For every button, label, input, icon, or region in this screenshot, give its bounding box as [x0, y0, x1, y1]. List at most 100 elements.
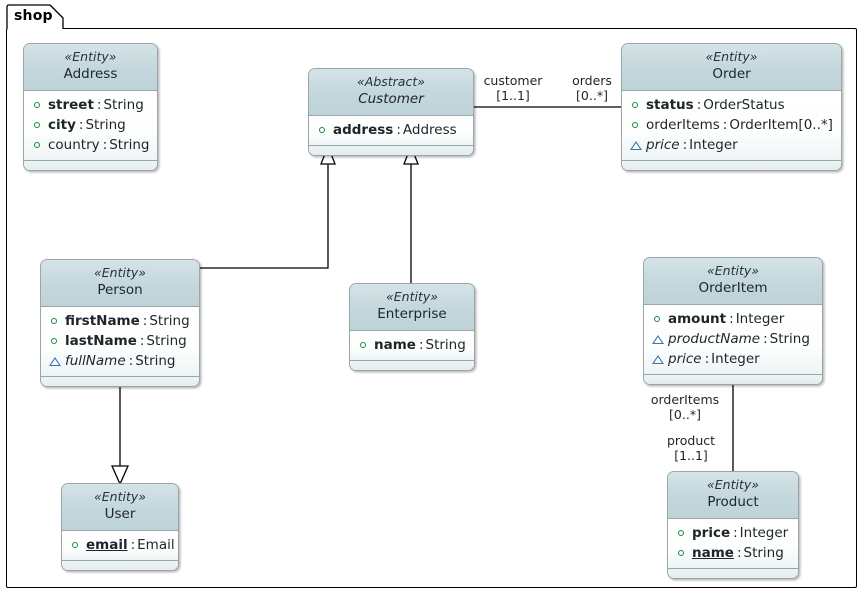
class-name-customer: Customer	[358, 91, 424, 107]
attribute-row[interactable]: name: String	[357, 335, 466, 355]
class-box-customer[interactable]: «Abstract» Customer address: Address	[308, 68, 474, 156]
attribute-separator: :	[78, 117, 84, 133]
attribute-separator: :	[418, 337, 424, 353]
attribute-name: city	[48, 117, 76, 133]
class-box-product[interactable]: «Entity» Product price: Integer name: String	[667, 471, 799, 579]
attribute-row[interactable]: price: Integer	[629, 135, 833, 155]
derived-attribute-icon	[629, 138, 643, 152]
product-mult-text: [1..1]	[674, 448, 708, 463]
uml-diagram-canvas: shop customer [1..1] orders [0..*] order…	[0, 0, 864, 598]
class-box-orderitem[interactable]: «Entity» OrderItem amount: Integer productNa…	[643, 257, 823, 385]
attribute-row[interactable]: street: String	[31, 95, 149, 115]
edge-label-orders-role: orders [0..*]	[556, 73, 628, 103]
attribute-separator: :	[736, 545, 742, 561]
attribute-row[interactable]: fullName: String	[48, 351, 191, 371]
edge-label-customer-role: customer [1..1]	[477, 73, 549, 103]
edge-label-product-role: product [1..1]	[654, 433, 728, 463]
attribute-separator: :	[128, 353, 134, 369]
class-box-person[interactable]: «Entity» Person firstName: String lastName: S…	[40, 259, 200, 387]
public-attribute-icon	[31, 98, 45, 112]
attribute-type: Address	[402, 122, 457, 138]
attribute-name: lastName	[65, 333, 137, 349]
class-header-address: «Entity» Address	[24, 44, 157, 91]
class-stereotype-product: «Entity»	[707, 477, 759, 492]
attribute-name: price	[692, 525, 731, 541]
public-attribute-icon	[31, 138, 45, 152]
attribute-row[interactable]: lastName: String	[48, 331, 191, 351]
public-attribute-icon	[48, 314, 62, 328]
class-stereotype-address: «Entity»	[64, 49, 117, 64]
class-box-address[interactable]: «Entity» Address street: String city: String c…	[23, 43, 158, 171]
class-stereotype-user: «Entity»	[94, 489, 146, 504]
class-name-user: User	[104, 506, 136, 522]
attribute-row[interactable]: productName: String	[651, 329, 814, 349]
class-stereotype-customer: «Abstract»	[357, 74, 425, 89]
class-attributes-customer: address: Address	[309, 116, 473, 146]
class-header-product: «Entity» Product	[668, 472, 798, 519]
class-attributes-order: status: OrderStatus orderItems: OrderItem[0…	[622, 91, 841, 161]
attribute-row[interactable]: firstName: String	[48, 311, 191, 331]
attribute-type: Integer	[689, 137, 738, 153]
attribute-row[interactable]: price: Integer	[675, 523, 790, 543]
attribute-separator: :	[682, 137, 688, 153]
attribute-type: Integer	[739, 525, 789, 541]
attribute-separator: :	[96, 97, 102, 113]
derived-attribute-icon	[651, 332, 665, 346]
attribute-name: firstName	[65, 313, 140, 329]
attribute-type: String	[146, 333, 187, 349]
class-attributes-product: price: Integer name: String	[668, 519, 798, 569]
attribute-name: name	[374, 337, 416, 353]
package-name-label: shop	[14, 8, 53, 24]
public-attribute-icon	[675, 526, 689, 540]
attribute-row[interactable]: city: String	[31, 115, 149, 135]
attribute-name: price	[668, 351, 702, 367]
public-attribute-icon	[675, 546, 689, 560]
attribute-name: name	[692, 545, 734, 561]
attribute-separator: :	[722, 117, 728, 133]
attribute-separator: :	[729, 311, 734, 327]
attribute-separator: :	[142, 313, 148, 329]
attribute-type: Integer	[735, 311, 785, 327]
class-name-product: Product	[707, 494, 759, 510]
product-role-text: product	[666, 433, 716, 448]
class-box-user[interactable]: «Entity» User email: Email	[61, 483, 179, 571]
attribute-name: email	[86, 537, 128, 553]
class-stereotype-order: «Entity»	[705, 49, 758, 64]
attribute-type: String	[135, 353, 176, 369]
class-attributes-address: street: String city: String country: String	[24, 91, 157, 161]
class-stereotype-person: «Entity»	[94, 265, 146, 280]
attribute-type: String	[85, 117, 126, 133]
edge-label-orderitems-role: orderItems [0..*]	[642, 392, 728, 422]
attribute-row[interactable]: orderItems: OrderItem[0..*]	[629, 115, 833, 135]
derived-attribute-icon	[651, 352, 665, 366]
attribute-row[interactable]: amount: Integer	[651, 309, 814, 329]
attribute-row[interactable]: price: Integer	[651, 349, 814, 369]
class-name-enterprise: Enterprise	[377, 306, 447, 322]
public-attribute-icon	[629, 98, 643, 112]
attribute-row[interactable]: address: Address	[316, 120, 465, 140]
attribute-name: productName	[668, 331, 761, 347]
class-name-order: Order	[712, 66, 751, 82]
class-name-orderitem: OrderItem	[698, 280, 768, 296]
class-box-order[interactable]: «Entity» Order status: OrderStatus orderItem…	[621, 43, 842, 171]
attribute-row[interactable]: name: String	[675, 543, 790, 563]
orderitems-mult-text: [0..*]	[669, 407, 701, 422]
class-stereotype-orderitem: «Entity»	[707, 263, 759, 278]
attribute-name: status	[646, 97, 694, 113]
class-box-enterprise[interactable]: «Entity» Enterprise name: String	[349, 283, 475, 371]
attribute-name: amount	[668, 311, 727, 327]
attribute-row[interactable]: country: String	[31, 135, 150, 155]
attribute-row[interactable]: status: OrderStatus	[629, 95, 833, 115]
attribute-row[interactable]: email: Email	[69, 535, 175, 555]
attribute-type: String	[425, 337, 466, 353]
class-footer-orderitem	[644, 375, 822, 384]
orderitems-role-text: orderItems	[650, 392, 720, 407]
public-attribute-icon	[629, 118, 643, 132]
class-header-customer: «Abstract» Customer	[309, 69, 473, 116]
attribute-separator: :	[139, 333, 145, 349]
class-footer-enterprise	[350, 361, 474, 370]
class-footer-order	[622, 161, 841, 170]
attribute-name: country	[48, 137, 100, 153]
orders-mult-text: [0..*]	[576, 88, 608, 103]
attribute-name: address	[333, 122, 394, 138]
